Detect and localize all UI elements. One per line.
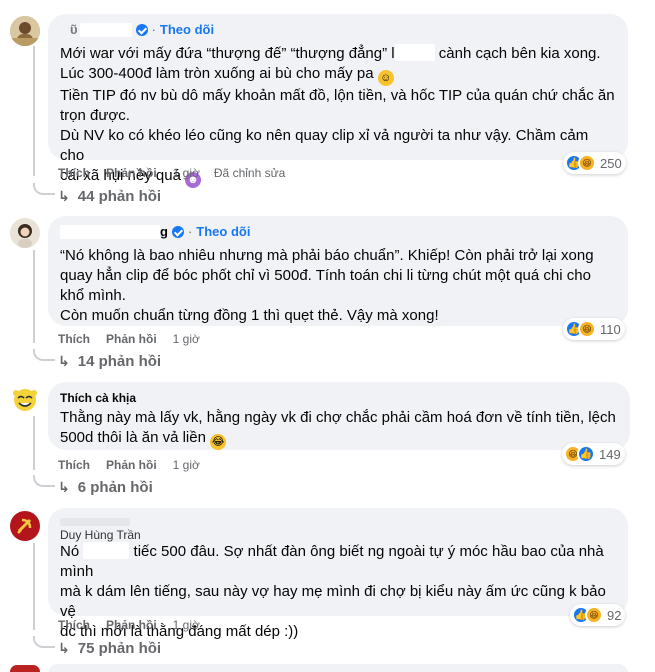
comment-line: Thằng này mà lấy vk, hằng ngày vk đi chợ… [60,409,616,426]
verified-badge-icon [135,24,148,36]
avatar[interactable] [10,218,40,248]
comment-bubble: Thích cà khịa Thằng này mà lấy vk, hằng … [48,382,630,450]
edited-label: Đã chỉnh sửa [213,166,286,180]
thread-elbow [33,183,55,195]
thread-line [33,46,35,176]
replies-count: 44 phản hồi [77,188,162,205]
comment-bubble: g · Theo dõi “Nó không là bao nhiêu nhưn… [48,216,628,326]
reaction-count: 250 [600,155,622,171]
comment-line: Nó [60,543,80,560]
reply-arrow-icon: ↳ [58,479,70,495]
comment-line: Còn muốn chuẩn từng đồng 1 thì quẹt thẻ.… [60,307,439,324]
haha-icon: 😆 [578,154,596,172]
like-icon: 👍 [577,445,595,463]
comment-line: Lúc 300-400đ làm tròn xuống ai bù cho mấ… [60,65,374,82]
comment-bubble: ῦ · Theo dõi Mới war với mấy đứa “thượng… [48,14,628,188]
redacted-text [83,542,130,559]
reaction-count: 149 [599,446,621,462]
commenter-name[interactable]: ῦ [70,22,78,38]
comment-line: trọn được. [60,107,130,124]
comment-actions: Thích Phản hồi 1 giờ [58,457,214,473]
timestamp[interactable]: 1 giờ [173,618,200,632]
redacted-name [60,225,160,239]
separator-dot: · [187,224,193,239]
replies-count: 6 phản hồi [77,479,153,496]
comment-line: Dù NV ko có khéo léo cũng ko nên quay cl… [60,127,593,164]
comment-line: tiếc 500 đâu. Sợ nhất đàn ông biết ng ng… [60,543,608,580]
view-replies-link[interactable]: ↳ 44 phản hồi [58,188,161,205]
reaction-summary[interactable]: 👍 😆 92 [570,604,626,626]
comment-line: cành cạch bên kia xong. [438,45,601,62]
haha-icon: 😆 [585,606,603,624]
comment-line: quay hẳn clip để bóc phốt chỉ vì 500đ. T… [60,267,591,284]
comment-line: mà k dám lên tiếng, sau này vợ hay mẹ mì… [60,583,610,620]
comment-line: khổ mình. [60,287,126,304]
view-replies-link[interactable]: ↳ 6 phản hồi [58,479,153,496]
thread-line [33,543,35,630]
commenter-name[interactable]: Duy Hùng Trần [60,527,141,543]
comment-line: 500d thôi là ăn vả liền [60,429,206,446]
separator-dot: · [151,22,156,37]
comment-bubble: Duy Hùng Trần Nó tiếc 500 đâu. Sợ nhất đ… [48,508,628,640]
follow-button[interactable]: Theo dõi [196,224,250,240]
reaction-summary[interactable]: 👍 😆 110 [563,318,625,340]
thread-elbow [33,636,55,648]
reply-button[interactable]: Phản hồi [106,458,157,472]
avatar[interactable] [10,511,40,541]
comment-actions: Thích Phản hồi 1 giờ [58,331,214,347]
comment-actions: Thích Phản hồi 1 giờ [58,617,214,633]
comment-line: Mới war với mấy đứa “thượng đế” “thượng … [60,45,395,62]
like-button[interactable]: Thích [58,166,90,180]
smile-emoji-icon: ☺ [377,70,394,86]
like-button[interactable]: Thích [58,458,90,472]
timestamp[interactable]: 1 giờ [173,166,200,180]
reply-arrow-icon: ↳ [58,640,70,656]
haha-icon: 😆 [578,320,596,338]
redacted-name [79,23,132,37]
reaction-count: 92 [607,607,622,623]
badge-row [60,516,616,528]
reply-arrow-icon: ↳ [58,353,70,369]
comment-text: “Nó không là bao nhiêu nhưng mà phải báo… [60,246,616,326]
like-button[interactable]: Thích [58,332,90,346]
commenter-name[interactable]: g [160,224,168,240]
reaction-count: 110 [600,321,621,337]
comment-text: Thằng này mà lấy vk, hằng ngày vk đi chợ… [60,408,618,450]
comment-actions: Thích Phản hồi 1 giờ Đã chỉnh sửa [58,165,285,181]
redacted-text [394,44,435,61]
commenter-name[interactable]: Thích cà khịa [60,390,136,406]
thread-elbow [33,349,55,361]
view-replies-link[interactable]: ↳ 14 phản hồi [58,353,161,370]
reaction-summary[interactable]: 👍 😆 250 [563,152,626,174]
avatar[interactable] [10,16,40,46]
timestamp[interactable]: 1 giờ [173,332,200,346]
reply-button[interactable]: Phản hồi [106,618,157,632]
reply-button[interactable]: Phản hồi [106,166,157,180]
comment-line: “Nó không là bao nhiêu nhưng mà phải báo… [60,247,594,264]
reply-button[interactable]: Phản hồi [106,332,157,346]
replies-count: 14 phản hồi [77,353,162,370]
timestamp[interactable]: 1 giờ [173,458,200,472]
verified-badge-icon [171,226,184,238]
replies-count: 75 phản hồi [77,640,162,657]
view-replies-link[interactable]: ↳ 75 phản hồi [58,640,161,657]
rofl-emoji-icon: 😂 [210,434,227,450]
redacted-badge [60,518,130,526]
thread-line [33,250,35,343]
avatar[interactable] [10,665,40,672]
follow-button[interactable]: Theo dõi [160,22,214,38]
like-button[interactable]: Thích [58,618,90,632]
thread-line [33,416,35,470]
thread-elbow [33,475,55,487]
reaction-summary[interactable]: 😆 👍 149 [562,443,625,465]
comment-line: Tiền TIP đó nv bù dô mấy khoản mất đồ, l… [60,87,615,104]
reply-arrow-icon: ↳ [58,188,70,204]
comment-bubble [48,664,628,672]
avatar[interactable] [10,384,40,414]
